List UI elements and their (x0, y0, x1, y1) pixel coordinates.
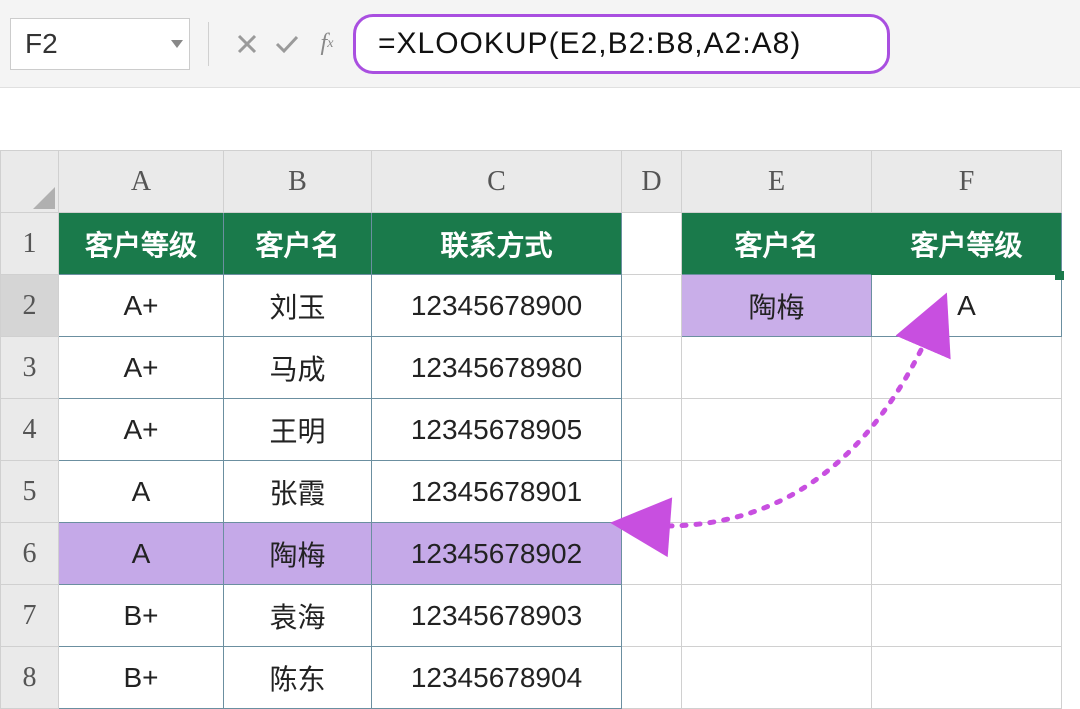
cell[interactable]: A+ (59, 399, 224, 461)
cell[interactable]: 12345678901 (372, 461, 622, 523)
cell[interactable] (872, 461, 1062, 523)
row-header-1[interactable]: 1 (1, 213, 59, 275)
cell[interactable]: 12345678903 (372, 585, 622, 647)
cell[interactable] (872, 647, 1062, 709)
header-cell[interactable]: 客户名 (224, 213, 372, 275)
row-header-7[interactable]: 7 (1, 585, 59, 647)
separator (208, 22, 209, 66)
col-header-F[interactable]: F (872, 151, 1062, 213)
header-cell[interactable]: 客户名 (682, 213, 872, 275)
cell[interactable]: B+ (59, 585, 224, 647)
matched-row-cell[interactable]: A (59, 523, 224, 585)
row-header-4[interactable]: 4 (1, 399, 59, 461)
formula-text: =XLOOKUP(E2,B2:B8,A2:A8) (378, 27, 801, 61)
cell[interactable] (682, 647, 872, 709)
cancel-formula-button[interactable] (227, 24, 267, 64)
col-header-B[interactable]: B (224, 151, 372, 213)
header-cell[interactable]: 客户等级 (872, 213, 1062, 275)
cell[interactable]: 马成 (224, 337, 372, 399)
cell[interactable]: 张霞 (224, 461, 372, 523)
cell[interactable] (622, 275, 682, 337)
cell[interactable]: 袁海 (224, 585, 372, 647)
cell[interactable] (682, 523, 872, 585)
col-header-E[interactable]: E (682, 151, 872, 213)
row-header-3[interactable]: 3 (1, 337, 59, 399)
cell[interactable]: 12345678980 (372, 337, 622, 399)
cell[interactable] (622, 213, 682, 275)
cell[interactable]: 12345678900 (372, 275, 622, 337)
cell[interactable] (622, 399, 682, 461)
spacer (0, 88, 1080, 150)
cell[interactable] (622, 523, 682, 585)
select-all-corner[interactable] (1, 151, 59, 213)
cell[interactable]: 12345678904 (372, 647, 622, 709)
cell[interactable]: 王明 (224, 399, 372, 461)
cell[interactable] (622, 647, 682, 709)
cell[interactable] (872, 337, 1062, 399)
spreadsheet-grid[interactable]: A B C D E F 1 客户等级 客户名 联系方式 客户名 客户等级 2 A… (0, 150, 1080, 709)
cell[interactable] (872, 399, 1062, 461)
formula-toolbar: F2 fx =XLOOKUP(E2,B2:B8,A2:A8) (0, 0, 1080, 88)
cell[interactable] (622, 337, 682, 399)
active-cell-F2[interactable]: A (872, 275, 1062, 337)
row-header-8[interactable]: 8 (1, 647, 59, 709)
matched-row-cell[interactable]: 陶梅 (224, 523, 372, 585)
cell[interactable]: 12345678905 (372, 399, 622, 461)
chevron-down-icon[interactable] (171, 40, 183, 48)
cell[interactable]: 陈东 (224, 647, 372, 709)
cell[interactable]: A (59, 461, 224, 523)
cell[interactable]: A+ (59, 275, 224, 337)
cell[interactable] (622, 461, 682, 523)
confirm-formula-button[interactable] (267, 24, 307, 64)
matched-row-cell[interactable]: 12345678902 (372, 523, 622, 585)
cell[interactable] (682, 337, 872, 399)
fx-icon[interactable]: fx (307, 24, 347, 64)
name-box-value: F2 (25, 28, 58, 60)
name-box[interactable]: F2 (10, 18, 190, 70)
formula-bar[interactable]: =XLOOKUP(E2,B2:B8,A2:A8) (353, 14, 890, 74)
row-header-6[interactable]: 6 (1, 523, 59, 585)
header-cell[interactable]: 客户等级 (59, 213, 224, 275)
col-header-C[interactable]: C (372, 151, 622, 213)
cell[interactable] (872, 523, 1062, 585)
header-cell[interactable]: 联系方式 (372, 213, 622, 275)
row-header-5[interactable]: 5 (1, 461, 59, 523)
cell[interactable]: 刘玉 (224, 275, 372, 337)
cell[interactable] (682, 399, 872, 461)
lookup-key-cell[interactable]: 陶梅 (682, 275, 872, 337)
cell[interactable]: A+ (59, 337, 224, 399)
row-header-2[interactable]: 2 (1, 275, 59, 337)
cell[interactable] (682, 461, 872, 523)
cell[interactable] (682, 585, 872, 647)
cell[interactable]: B+ (59, 647, 224, 709)
cell[interactable] (872, 585, 1062, 647)
cell[interactable] (622, 585, 682, 647)
fill-handle[interactable] (1055, 271, 1064, 280)
col-header-D[interactable]: D (622, 151, 682, 213)
col-header-A[interactable]: A (59, 151, 224, 213)
